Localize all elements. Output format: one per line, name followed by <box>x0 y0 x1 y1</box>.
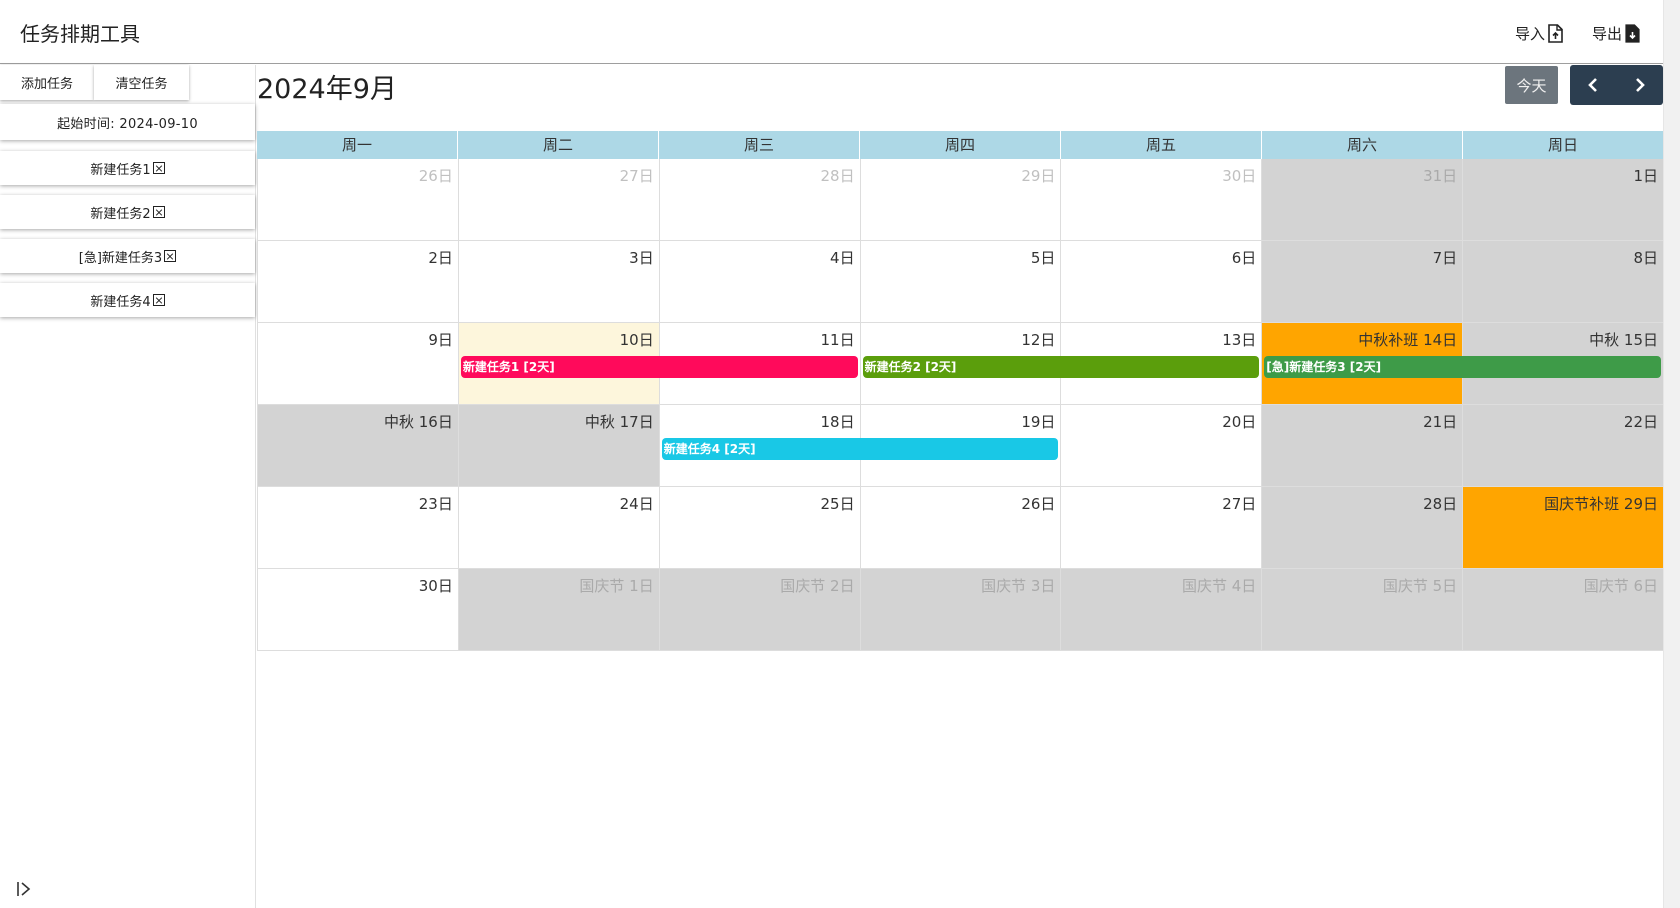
week-row: 2日 3日 4日 5日 6日 7日 8日 <box>257 241 1664 323</box>
day-cell[interactable]: 23日 <box>257 487 458 569</box>
next-month-button[interactable] <box>1617 65 1664 105</box>
day-cell[interactable]: 7日 <box>1261 241 1463 323</box>
chevron-left-icon <box>1588 78 1598 92</box>
day-cell[interactable]: 27日 <box>1060 487 1262 569</box>
export-button[interactable]: 导出 <box>1592 20 1640 46</box>
day-cell[interactable]: 20日 <box>1060 405 1262 487</box>
import-button[interactable]: 导入 <box>1515 20 1563 46</box>
week-row: 26日 27日 28日 29日 30日 31日 1日 <box>257 159 1664 241</box>
day-cell[interactable]: 5日 <box>859 241 1061 323</box>
weekday-header-cell: 周日 <box>1462 131 1663 159</box>
close-box-icon[interactable] <box>152 294 165 306</box>
day-cell[interactable]: 8日 <box>1462 241 1664 323</box>
calendar-weeks: 26日 27日 28日 29日 30日 31日 1日 2日 3日 4日 5日 6日 7日 8日 9日 10日 1… <box>257 159 1664 651</box>
day-cell[interactable]: 29日 <box>859 159 1061 241</box>
weekday-header-cell: 周一 <box>341 136 372 154</box>
day-cell[interactable]: 9日 <box>257 323 458 405</box>
month-nav <box>1570 65 1663 105</box>
add-task-button[interactable]: 添加任务 <box>0 65 94 100</box>
weekday-header-cell: 周五 <box>1060 131 1261 159</box>
chevron-right-icon <box>1635 78 1645 92</box>
week-row: 30日 国庆节 1日 国庆节 2日 国庆节 3日 国庆节 4日 国庆节 5日 国庆节 6日 <box>257 569 1664 651</box>
day-cell[interactable]: 22日 <box>1462 405 1664 487</box>
day-cell[interactable]: 31日 <box>1261 159 1463 241</box>
event-bar[interactable]: 新建任务2 [2天] <box>862 356 1260 378</box>
day-cell[interactable]: 21日 <box>1261 405 1463 487</box>
day-cell[interactable]: 2日 <box>257 241 458 323</box>
day-cell[interactable]: 24日 <box>457 487 659 569</box>
day-cell[interactable]: 国庆节补班 29日 <box>1462 487 1664 569</box>
import-label: 导入 <box>1515 24 1546 43</box>
task-list: 新建任务1 新建任务2 [急]新建任务3 新建任务4 <box>0 151 255 327</box>
day-cell[interactable]: 4日 <box>658 241 860 323</box>
day-cell[interactable]: 中秋 17日 <box>457 405 659 487</box>
task-label: 新建任务2 <box>90 206 151 222</box>
weekday-header-cell: 周四 <box>859 131 1060 159</box>
day-cell[interactable]: 28日 <box>1261 487 1463 569</box>
day-cell[interactable]: 国庆节 6日 <box>1462 569 1664 651</box>
weekday-header-cell: 周六 <box>1261 131 1462 159</box>
day-cell[interactable]: 26日 <box>257 159 458 241</box>
export-label: 导出 <box>1592 24 1623 43</box>
day-cell[interactable]: 国庆节 3日 <box>859 569 1061 651</box>
close-box-icon[interactable] <box>152 206 165 218</box>
day-cell[interactable]: 中秋 16日 <box>257 405 458 487</box>
day-cell[interactable]: 26日 <box>859 487 1061 569</box>
day-cell[interactable]: 6日 <box>1060 241 1262 323</box>
weekday-header-cell: 周二 <box>457 131 658 159</box>
weekday-header: 周一 周二 周三 周四 周五 周六 周日 <box>257 131 1663 159</box>
prev-month-button[interactable] <box>1570 65 1617 105</box>
file-download-icon <box>1625 23 1640 43</box>
clear-tasks-button[interactable]: 清空任务 <box>94 65 189 100</box>
page-scrollbar[interactable] <box>1663 0 1680 908</box>
day-cell[interactable]: 1日 <box>1462 159 1664 241</box>
calendar-grid: 周一 周二 周三 周四 周五 周六 周日 26日 27日 28日 29日 30日 31日 1日 2日 3日 4… <box>257 131 1664 651</box>
task-label: [急]新建任务3 <box>78 250 163 266</box>
weekday-header-cell: 周三 <box>658 131 859 159</box>
close-box-icon[interactable] <box>152 162 165 174</box>
task-item[interactable]: 新建任务2 <box>0 195 255 229</box>
task-item[interactable]: 新建任务1 <box>0 151 255 185</box>
calendar-title: 2024年9月 <box>257 74 397 105</box>
app-header: 任务排期工具 导入 导出 <box>0 0 1663 64</box>
sidebar: 添加任务 清空任务 起始时间: 2024-09-10 新建任务1 新建任务2 [急]… <box>0 65 256 908</box>
close-box-icon[interactable] <box>164 250 177 262</box>
day-cell[interactable]: 3日 <box>457 241 659 323</box>
day-cell[interactable]: 28日 <box>658 159 860 241</box>
file-upload-icon <box>1548 23 1563 43</box>
week-row: 中秋 16日 中秋 17日 18日 19日 20日 21日 22日 新建任务4 [2天] <box>257 405 1664 487</box>
sidebar-toolbar: 添加任务 清空任务 <box>0 65 255 100</box>
start-time-field[interactable]: 起始时间: 2024-09-10 <box>0 104 255 140</box>
day-cell[interactable]: 30日 <box>257 569 458 651</box>
week-row: 9日 10日 11日 12日 13日 中秋补班 14日 中秋 15日 新建任务1 [2天] 新建… <box>257 323 1664 405</box>
expand-sidebar-icon[interactable] <box>16 880 32 898</box>
event-bar[interactable]: [急]新建任务3 [2天] <box>1264 356 1661 378</box>
app-title: 任务排期工具 <box>20 22 140 46</box>
day-cell[interactable]: 国庆节 4日 <box>1060 569 1262 651</box>
day-cell[interactable]: 国庆节 1日 <box>457 569 659 651</box>
event-bar[interactable]: 新建任务1 [2天] <box>460 356 858 378</box>
day-cell[interactable]: 27日 <box>457 159 659 241</box>
week-row: 23日 24日 25日 26日 27日 28日 国庆节补班 29日 <box>257 487 1664 569</box>
day-cell[interactable]: 国庆节 2日 <box>658 569 860 651</box>
day-cell[interactable]: 国庆节 5日 <box>1261 569 1463 651</box>
day-cell[interactable]: 25日 <box>658 487 860 569</box>
task-item[interactable]: 新建任务4 <box>0 283 255 317</box>
today-button[interactable]: 今天 <box>1505 66 1558 104</box>
day-cell[interactable]: 30日 <box>1060 159 1262 241</box>
event-bar[interactable]: 新建任务4 [2天] <box>661 438 1059 460</box>
task-label: 新建任务4 <box>90 294 151 310</box>
task-item[interactable]: [急]新建任务3 <box>0 239 255 273</box>
task-label: 新建任务1 <box>90 162 151 178</box>
